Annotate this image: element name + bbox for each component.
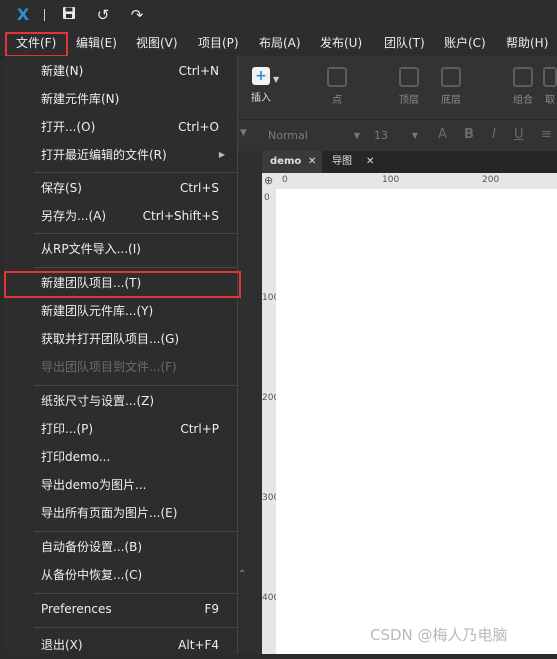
ungroup-button[interactable]: 取 [543,67,557,106]
align-icon[interactable]: ≡ [541,127,552,142]
vertical-ruler: 0 100 200 300 400 [262,189,279,654]
page-tabs: demo ✕ 导图 ✕ [262,151,557,173]
divider [34,627,237,628]
save-icon[interactable] [60,6,78,24]
chevron-down-icon: ▼ [240,128,247,138]
divider [34,172,237,173]
divider [34,267,237,268]
menu-item-save-as[interactable]: 另存为...(A) Ctrl+Shift+S [4,202,237,230]
divider [34,233,237,234]
menu-item-page-setup[interactable]: 纸张尺寸与设置...(Z) [4,387,237,415]
point-icon [327,67,347,87]
menu-edit[interactable]: 编辑(E) [76,31,117,56]
menu-item-save[interactable]: 保存(S) Ctrl+S [4,174,237,202]
tab-mindmap[interactable]: 导图 ✕ [326,151,382,173]
menu-item-export-demo-image[interactable]: 导出demo为图片... [4,471,237,499]
menu-item-autobackup-settings[interactable]: 自动备份设置...(B) [4,533,237,561]
file-menu-dropdown: 新建(N) Ctrl+N 新建元件库(N) 打开...(O) Ctrl+O 打开… [4,56,238,654]
scroll-chevron-icon[interactable]: ⌃ [238,569,246,580]
close-icon[interactable]: ✕ [366,151,374,173]
menu-item-new-library[interactable]: 新建元件库(N) [4,85,237,113]
insert-button[interactable]: + 插入 [246,67,276,104]
menu-layout[interactable]: 布局(A) [259,31,301,56]
redo-icon[interactable]: ↷ [128,6,146,24]
tab-demo[interactable]: demo ✕ [262,151,322,173]
menu-item-preferences[interactable]: Preferences F9 [4,595,237,623]
submenu-arrow-icon: ▶ [218,150,225,159]
menu-item-new[interactable]: 新建(N) Ctrl+N [4,57,237,85]
crosshair-icon: ⊕ [264,174,274,187]
font-size-select[interactable]: 13 ▼ [374,126,418,146]
bold-icon[interactable]: B [464,127,474,142]
watermark: CSDN @梅人乃电脑 [370,626,508,644]
italic-icon[interactable]: I [492,127,496,142]
menu-team[interactable]: 团队(T) [384,31,425,56]
undo-icon[interactable]: ↺ [94,6,112,24]
bring-to-front-button[interactable]: 顶层 [394,67,424,106]
plus-icon: + [252,67,270,85]
chevron-down-icon: ▼ [353,131,360,140]
menu-project[interactable]: 项目(P) [198,31,239,56]
chevron-down-icon: ▼ [411,131,418,140]
insert-dropdown-icon[interactable]: ▼ [273,75,279,84]
menu-item-new-team-library[interactable]: 新建团队元件库...(Y) [4,297,237,325]
menu-account[interactable]: 账户(C) [444,31,486,56]
menu-item-export-all-images[interactable]: 导出所有页面为图片...(E) [4,499,237,527]
menu-item-open[interactable]: 打开...(O) Ctrl+O [4,113,237,141]
toolbar: + 插入 ▼ 点 顶层 底层 组合 取 [238,56,557,119]
group-icon [513,67,533,87]
axure-logo-icon: X [16,5,30,24]
divider [34,531,237,532]
send-to-back-icon [441,67,461,87]
bring-to-front-icon [399,67,419,87]
style-select[interactable]: Normal ▼ [268,126,360,146]
format-bar: ▼ Normal ▼ 13 ▼ A B I U ≡ [238,119,557,152]
left-panel-edge: ⌃ [238,151,262,654]
menu-item-print-demo[interactable]: 打印demo... [4,443,237,471]
divider [34,385,237,386]
menu-item-export-team-project: 导出团队项目到文件...(F) [41,360,177,374]
close-icon[interactable]: ✕ [308,151,316,173]
menu-view[interactable]: 视图(V) [136,31,178,56]
point-button[interactable]: 点 [322,67,352,106]
font-color-icon[interactable]: A [438,127,447,142]
menu-bar: 文件(F) 编辑(E) 视图(V) 项目(P) 布局(A) 发布(U) 团队(T… [0,31,557,57]
separator [44,9,45,21]
design-canvas[interactable] [276,189,557,654]
underline-icon[interactable]: U [514,127,524,142]
horizontal-ruler: ⊕ 0 100 200 [262,173,557,189]
menu-item-restore-backup[interactable]: 从备份中恢复...(C) [4,561,237,589]
group-button[interactable]: 组合 [508,67,538,106]
file-menu-highlight [5,32,68,57]
title-bar: X ↺ ↷ [0,0,557,31]
menu-item-recent[interactable]: 打开最近编辑的文件(R) ▶ [4,141,237,169]
ungroup-icon [543,67,557,87]
menu-item-print[interactable]: 打印...(P) Ctrl+P [4,415,237,443]
new-team-project-highlight [4,271,241,298]
menu-item-exit[interactable]: 退出(X) Alt+F4 [4,631,237,659]
menu-help[interactable]: 帮助(H) [506,31,548,56]
menu-item-get-team-project[interactable]: 获取并打开团队项目...(G) [4,325,237,353]
menu-item-import-rp[interactable]: 从RP文件导入...(I) [4,235,237,263]
send-to-back-button[interactable]: 底层 [436,67,466,106]
menu-publish[interactable]: 发布(U) [320,31,362,56]
divider [34,593,237,594]
